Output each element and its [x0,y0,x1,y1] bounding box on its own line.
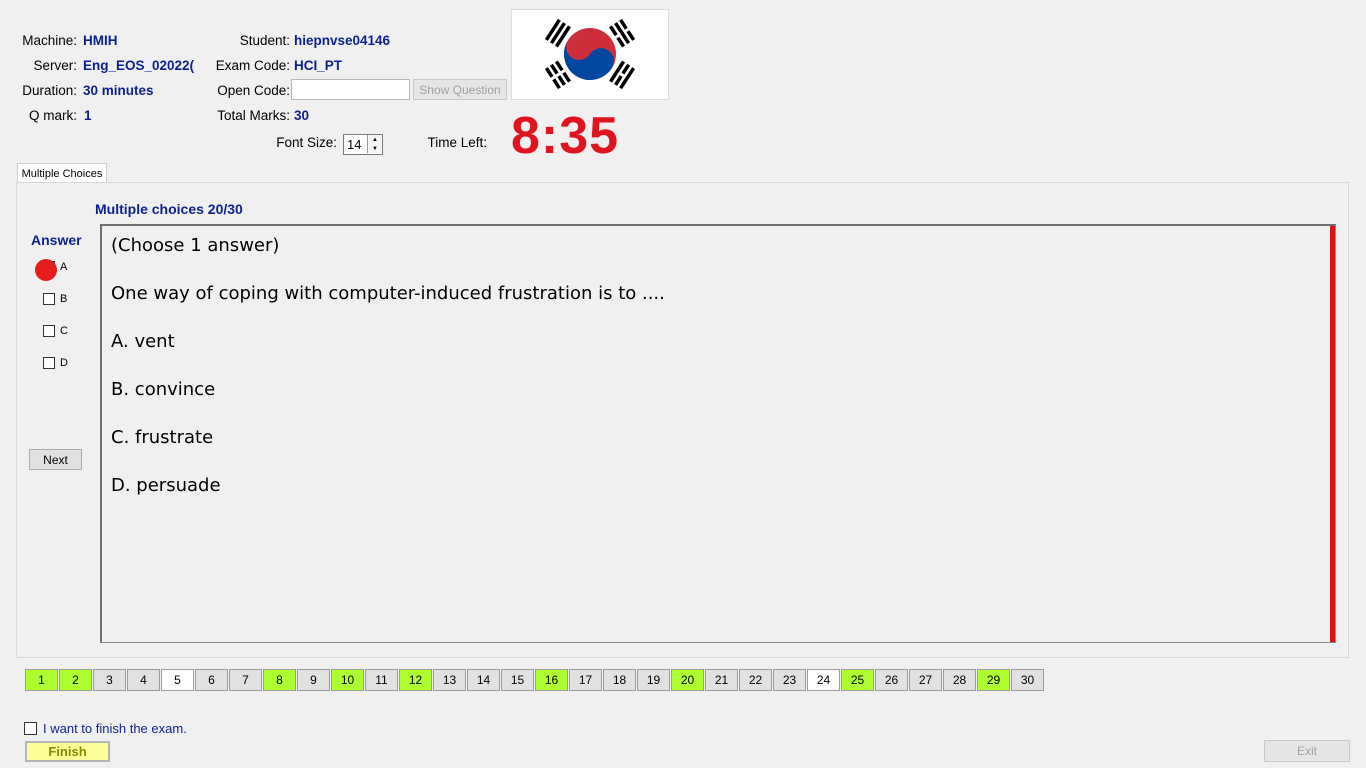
question-nav-button-27[interactable]: 27 [909,669,942,691]
tab-multiple-choices[interactable]: Multiple Choices [17,163,107,183]
selected-answer-marker-icon [35,259,57,281]
choice-c-text: C. frustrate [111,427,214,448]
choice-d-text: D. persuade [111,475,221,496]
total-marks-label: Total Marks: [217,108,290,123]
question-nav-button-1[interactable]: 1 [25,669,58,691]
finish-button[interactable]: Finish [25,741,110,762]
answer-checkbox-c[interactable] [43,325,55,337]
show-question-button[interactable]: Show Question [413,79,507,100]
question-instruction: (Choose 1 answer) [111,235,280,256]
question-nav-button-21[interactable]: 21 [705,669,738,691]
question-nav-button-9[interactable]: 9 [297,669,330,691]
question-content: (Choose 1 answer) One way of coping with… [100,224,1336,643]
question-nav-button-12[interactable]: 12 [399,669,432,691]
total-marks-value: 30 [294,108,310,123]
question-header: Multiple choices 20/30 [95,201,243,217]
finish-confirm-label: I want to finish the exam. [43,721,187,736]
open-code-input[interactable] [291,79,410,100]
finish-confirm-checkbox[interactable] [24,722,37,735]
time-left-label: Time Left: [427,135,487,150]
answer-option-label: D [60,357,68,369]
question-nav-button-13[interactable]: 13 [433,669,466,691]
student-label: Student: [239,33,290,48]
question-nav-button-18[interactable]: 18 [603,669,636,691]
question-nav-button-28[interactable]: 28 [943,669,976,691]
qmark-label: Q mark: [28,108,77,123]
question-nav-button-5[interactable]: 5 [161,669,194,691]
server-label: Server: [33,58,77,73]
question-nav-button-22[interactable]: 22 [739,669,772,691]
answer-option-label: C [60,325,68,337]
exam-code-label: Exam Code: [215,58,290,73]
answer-checkbox-b[interactable] [43,293,55,305]
server-value: Eng_EOS_02022( [83,58,195,73]
exit-button[interactable]: Exit [1264,740,1350,762]
exam-code-value: HCI_PT [294,58,343,73]
open-code-label: Open Code: [217,83,290,98]
duration-label: Duration: [22,83,77,98]
choice-a-text: A. vent [111,331,175,352]
question-nav-button-8[interactable]: 8 [263,669,296,691]
question-nav-button-7[interactable]: 7 [229,669,262,691]
font-size-value: 14 [347,137,362,152]
choice-b-text: B. convince [111,379,216,400]
spinner-down-icon[interactable]: ▼ [367,144,382,153]
question-nav-button-17[interactable]: 17 [569,669,602,691]
question-navigation: 1 2 3 4 5 6 7 8 9 10 11 12 13 14 15 16 17 18 19 20 21 22 23 24 2… [25,669,1045,691]
font-size-spinner[interactable]: 14 ▲ ▼ [343,134,383,155]
finish-confirm-row[interactable]: I want to finish the exam. [24,721,187,736]
machine-label: Machine: [22,33,77,48]
south-korea-flag-icon [511,9,669,100]
qmark-value: 1 [84,108,92,123]
question-nav-button-16[interactable]: 16 [535,669,568,691]
question-nav-button-25[interactable]: 25 [841,669,874,691]
next-button[interactable]: Next [29,449,82,470]
duration-value: 30 minutes [83,83,154,98]
question-nav-button-15[interactable]: 15 [501,669,534,691]
answer-option-label: B [60,293,68,305]
answer-option-d[interactable]: D [43,357,68,369]
question-nav-button-30[interactable]: 30 [1011,669,1044,691]
question-nav-button-3[interactable]: 3 [93,669,126,691]
question-text: One way of coping with computer-induced … [111,283,665,304]
question-nav-button-6[interactable]: 6 [195,669,228,691]
question-nav-button-10[interactable]: 10 [331,669,364,691]
answer-option-b[interactable]: B [43,293,67,305]
spinner-up-icon[interactable]: ▲ [367,135,382,144]
student-value: hiepnvse04146 [294,33,391,48]
question-nav-button-19[interactable]: 19 [637,669,670,691]
question-nav-button-29[interactable]: 29 [977,669,1010,691]
question-nav-button-14[interactable]: 14 [467,669,500,691]
answer-option-label: A [60,261,68,273]
font-size-label: Font Size: [276,135,337,150]
time-left-value: 8:35 [511,107,620,165]
machine-value: HMIH [83,33,118,48]
question-nav-button-20[interactable]: 20 [671,669,704,691]
question-nav-button-23[interactable]: 23 [773,669,806,691]
question-nav-button-4[interactable]: 4 [127,669,160,691]
question-nav-button-24[interactable]: 24 [807,669,840,691]
answer-title: Answer [31,232,82,248]
question-nav-button-2[interactable]: 2 [59,669,92,691]
question-nav-button-26[interactable]: 26 [875,669,908,691]
question-nav-button-11[interactable]: 11 [365,669,398,691]
answer-checkbox-d[interactable] [43,357,55,369]
scroll-indicator [1330,226,1335,642]
answer-option-c[interactable]: C [43,325,68,337]
